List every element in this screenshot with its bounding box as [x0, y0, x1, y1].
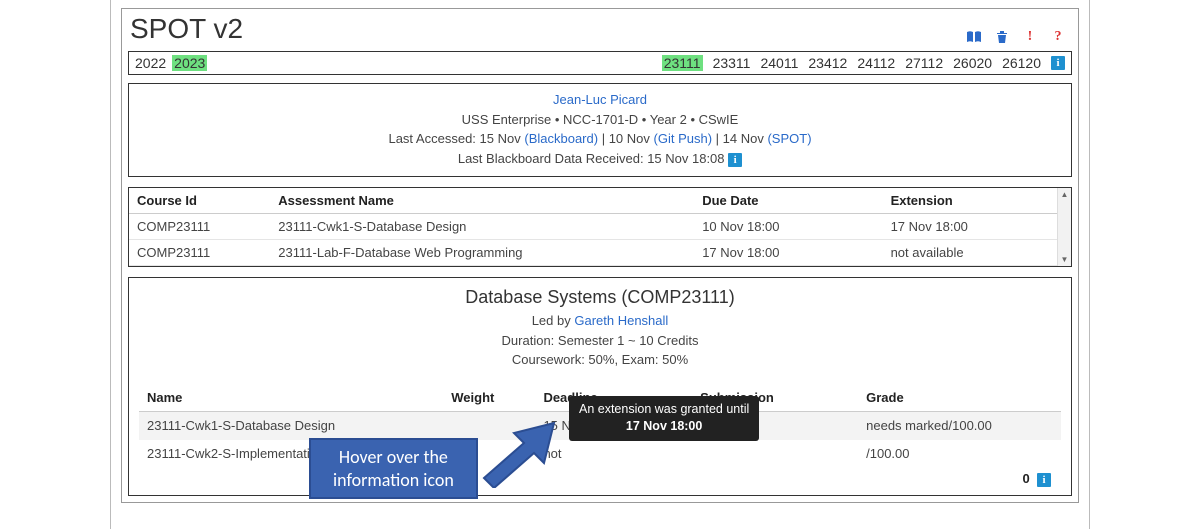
header-icons: ! ? [966, 29, 1070, 45]
header: SPOT v2 ! ? [128, 9, 1072, 51]
spot-link[interactable]: (SPOT) [767, 131, 811, 146]
course-item-26120[interactable]: 26120 [1002, 55, 1041, 71]
course-list: 23111 23311 24011 23412 24112 27112 2602… [662, 55, 1065, 71]
tooltip-line2: 17 Nov 18:00 [626, 419, 702, 433]
col-assessment-name: Assessment Name [270, 188, 694, 214]
course-title: Database Systems (COMP23111) [139, 284, 1061, 311]
annotation-callout: Hover over the information icon [309, 438, 478, 499]
assessment-table: Course Id Assessment Name Due Date Exten… [129, 188, 1071, 266]
info-icon[interactable]: i [728, 153, 742, 167]
tooltip-line1: An extension was granted until [579, 402, 749, 416]
last-bb-line: Last Blackboard Data Received: 15 Nov 18… [137, 149, 1063, 169]
alert-icon[interactable]: ! [1022, 29, 1038, 45]
scroll-down-icon[interactable]: ▼ [1061, 255, 1069, 264]
course-item-26020[interactable]: 26020 [953, 55, 992, 71]
col-course-id: Course Id [129, 188, 270, 214]
col-name: Name [139, 384, 443, 412]
student-name-link[interactable]: Jean-Luc Picard [553, 92, 647, 107]
course-leader-link[interactable]: Gareth Henshall [574, 313, 668, 328]
book-icon[interactable] [966, 29, 982, 45]
table-row[interactable]: COMP23111 23111-Lab-F-Database Web Progr… [129, 240, 1071, 266]
student-meta: USS Enterprise • NCC-1701-D • Year 2 • C… [137, 110, 1063, 130]
year-list: 2022 2023 [135, 55, 207, 71]
col-grade: Grade [858, 384, 1061, 412]
course-item-24112[interactable]: 24112 [857, 55, 895, 71]
course-item-23111[interactable]: 23111 [662, 55, 703, 71]
scrollbar[interactable]: ▲ ▼ [1057, 188, 1071, 266]
year-item-2022[interactable]: 2022 [135, 55, 166, 71]
summary-row: 0 i [139, 467, 1061, 489]
info-icon[interactable]: i [1037, 473, 1051, 487]
callout-line1: Hover over the [339, 446, 448, 468]
blackboard-link[interactable]: (Blackboard) [524, 131, 598, 146]
trash-icon[interactable] [994, 29, 1010, 45]
year-item-2023[interactable]: 2023 [172, 55, 207, 71]
col-due-date: Due Date [694, 188, 882, 214]
course-card: Database Systems (COMP23111) Led by Gare… [128, 277, 1072, 496]
summary-value: 0 [1023, 471, 1030, 486]
gitpush-link[interactable]: (Git Push) [654, 131, 713, 146]
col-weight: Weight [443, 384, 535, 412]
scroll-up-icon[interactable]: ▲ [1061, 190, 1069, 199]
extension-tooltip: An extension was granted until 17 Nov 18… [569, 396, 759, 441]
table-row[interactable]: 23111-Cwk2-S-Implementation not /100.00 [139, 440, 1061, 467]
course-item-24011[interactable]: 24011 [760, 55, 798, 71]
last-accessed-line: Last Accessed: 15 Nov (Blackboard) | 10 … [137, 129, 1063, 149]
course-header: Database Systems (COMP23111) Led by Gare… [139, 284, 1061, 370]
help-icon[interactable]: ? [1050, 29, 1066, 45]
info-icon[interactable]: i [1051, 56, 1065, 70]
col-extension: Extension [883, 188, 1071, 214]
year-course-bar: 2022 2023 23111 23311 24011 23412 24112 … [128, 51, 1072, 75]
course-split: Coursework: 50%, Exam: 50% [139, 350, 1061, 370]
callout-line2: information icon [333, 469, 454, 491]
app-title: SPOT v2 [130, 13, 243, 45]
student-card: Jean-Luc Picard USS Enterprise • NCC-170… [128, 83, 1072, 177]
course-item-23311[interactable]: 23311 [713, 55, 751, 71]
course-item-23412[interactable]: 23412 [808, 55, 847, 71]
assessment-table-panel: Course Id Assessment Name Due Date Exten… [128, 187, 1072, 267]
arrow-icon [479, 418, 559, 488]
course-duration: Duration: Semester 1 ~ 10 Credits [139, 331, 1061, 351]
course-item-27112[interactable]: 27112 [905, 55, 943, 71]
table-header-row: Course Id Assessment Name Due Date Exten… [129, 188, 1071, 214]
table-row[interactable]: COMP23111 23111-Cwk1-S-Database Design 1… [129, 214, 1071, 240]
